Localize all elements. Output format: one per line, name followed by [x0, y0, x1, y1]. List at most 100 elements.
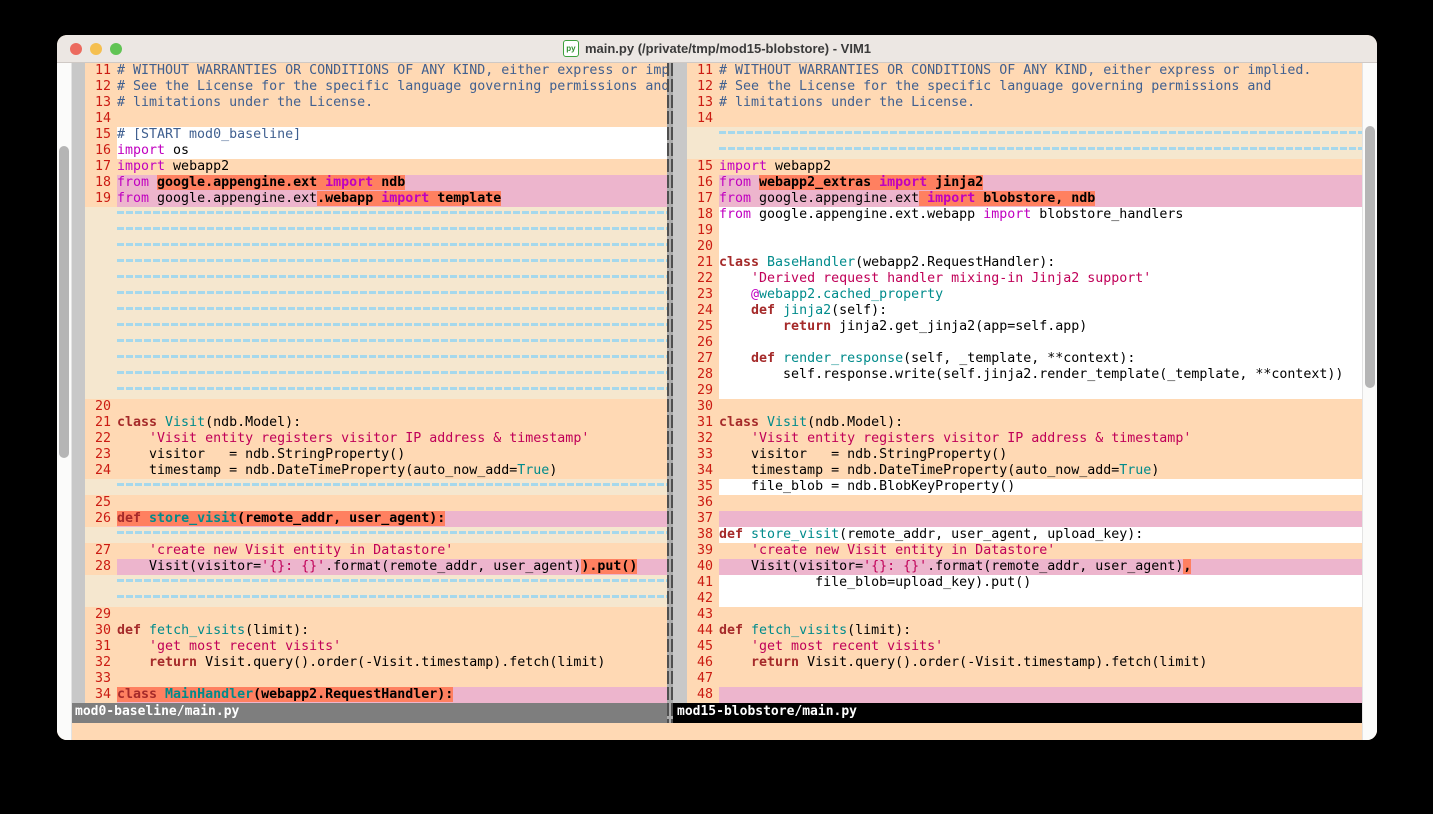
code-line[interactable]: 34class MainHandler(webapp2.RequestHandl…	[71, 687, 667, 703]
code-line[interactable]: 23 visitor = ndb.StringProperty()	[71, 447, 667, 463]
right-status-bar[interactable]: mod15-blobstore/main.py	[673, 703, 1363, 723]
code-line[interactable]: 37	[673, 511, 1363, 527]
line-text: def jinja2(self):	[719, 303, 1363, 319]
code-line[interactable]: 24 def jinja2(self):	[673, 303, 1363, 319]
line-text	[117, 607, 667, 623]
code-line[interactable]: 41 file_blob=upload_key).put()	[673, 575, 1363, 591]
line-number	[85, 287, 117, 303]
code-line[interactable]: 45 'get most recent visits'	[673, 639, 1363, 655]
line-number: 19	[85, 191, 117, 207]
code-line[interactable]: 36	[673, 495, 1363, 511]
line-text: @webapp2.cached_property	[719, 287, 1363, 303]
code-line[interactable]: 29	[673, 383, 1363, 399]
code-line[interactable]: 43	[673, 607, 1363, 623]
code-line[interactable]: 19	[673, 223, 1363, 239]
code-line[interactable]: 23 @webapp2.cached_property	[673, 287, 1363, 303]
code-line[interactable]: 12# See the License for the specific lan…	[71, 79, 667, 95]
code-line[interactable]: 18from google.appengine.ext import ndb	[71, 175, 667, 191]
code-line[interactable]: 28 self.response.write(self.jinja2.rende…	[673, 367, 1363, 383]
code-line[interactable]: 25	[71, 495, 667, 511]
code-line[interactable]: 27 'create new Visit entity in Datastore…	[71, 543, 667, 559]
code-line[interactable]: 26	[673, 335, 1363, 351]
code-line[interactable]: 12# See the License for the specific lan…	[673, 79, 1363, 95]
deleted-line-filler	[719, 127, 1363, 143]
code-line[interactable]: 27 def render_response(self, _template, …	[673, 351, 1363, 367]
command-line[interactable]	[57, 723, 1377, 740]
code-line[interactable]: 39 'create new Visit entity in Datastore…	[673, 543, 1363, 559]
code-line[interactable]: 16import os	[71, 143, 667, 159]
code-line[interactable]: 28 Visit(visitor='{}: {}'.format(remote_…	[71, 559, 667, 575]
line-number: 32	[85, 655, 117, 671]
deleted-line-filler	[117, 223, 667, 239]
code-line[interactable]: 44def fetch_visits(limit):	[673, 623, 1363, 639]
close-button[interactable]	[70, 43, 82, 55]
fold-column	[71, 351, 85, 367]
code-line[interactable]: 31class Visit(ndb.Model):	[673, 415, 1363, 431]
left-scrollbar[interactable]	[57, 63, 72, 740]
right-scrollbar-thumb[interactable]	[1365, 126, 1375, 388]
code-line[interactable]: 46 return Visit.query().order(-Visit.tim…	[673, 655, 1363, 671]
code-line[interactable]: 19from google.appengine.ext.webapp impor…	[71, 191, 667, 207]
code-line[interactable]: 42	[673, 591, 1363, 607]
deleted-line-filler	[117, 271, 667, 287]
code-line[interactable]: 26def store_visit(remote_addr, user_agen…	[71, 511, 667, 527]
code-line[interactable]: 16from webapp2_extras import jinja2	[673, 175, 1363, 191]
left-status-bar[interactable]: mod0-baseline/main.py	[71, 703, 667, 723]
fold-column	[71, 335, 85, 351]
code-line[interactable]: 18from google.appengine.ext.webapp impor…	[673, 207, 1363, 223]
line-text: def fetch_visits(limit):	[719, 623, 1363, 639]
code-line[interactable]: 17import webapp2	[71, 159, 667, 175]
line-number: 18	[687, 207, 719, 223]
code-line[interactable]: 13# limitations under the License.	[673, 95, 1363, 111]
code-line[interactable]: 33	[71, 671, 667, 687]
code-line[interactable]: 20	[71, 399, 667, 415]
code-line[interactable]: 33 visitor = ndb.StringProperty()	[673, 447, 1363, 463]
line-text	[117, 495, 667, 511]
code-line[interactable]: 11# WITHOUT WARRANTIES OR CONDITIONS OF …	[71, 63, 667, 79]
line-text: # limitations under the License.	[719, 95, 1363, 111]
line-text: class BaseHandler(webapp2.RequestHandler…	[719, 255, 1363, 271]
code-line[interactable]: 17from google.appengine.ext import blobs…	[673, 191, 1363, 207]
code-line[interactable]: 11# WITHOUT WARRANTIES OR CONDITIONS OF …	[673, 63, 1363, 79]
code-line[interactable]: 32 'Visit entity registers visitor IP ad…	[673, 431, 1363, 447]
right-scrollbar[interactable]	[1362, 63, 1377, 740]
code-line[interactable]: 47	[673, 671, 1363, 687]
code-line[interactable]: 24 timestamp = ndb.DateTimeProperty(auto…	[71, 463, 667, 479]
code-line[interactable]: 14	[673, 111, 1363, 127]
code-line[interactable]: 13# limitations under the License.	[71, 95, 667, 111]
fold-column	[71, 447, 85, 463]
fold-column	[71, 591, 85, 607]
line-text: from google.appengine.ext import blobsto…	[719, 191, 1363, 207]
code-line[interactable]: 22 'Derived request handler mixing-in Ji…	[673, 271, 1363, 287]
line-number: 30	[85, 623, 117, 639]
code-line[interactable]: 48	[673, 687, 1363, 703]
code-line[interactable]: 15import webapp2	[673, 159, 1363, 175]
code-line[interactable]: 21class BaseHandler(webapp2.RequestHandl…	[673, 255, 1363, 271]
fold-column	[673, 239, 687, 255]
code-line[interactable]: 29	[71, 607, 667, 623]
code-line[interactable]: 31 'get most recent visits'	[71, 639, 667, 655]
code-line[interactable]: 35 file_blob = ndb.BlobKeyProperty()	[673, 479, 1363, 495]
title-bar[interactable]: py main.py (/private/tmp/mod15-blobstore…	[57, 35, 1377, 63]
code-line[interactable]: 38def store_visit(remote_addr, user_agen…	[673, 527, 1363, 543]
code-line[interactable]: 20	[673, 239, 1363, 255]
code-line[interactable]: 15# [START mod0_baseline]	[71, 127, 667, 143]
code-line[interactable]: 32 return Visit.query().order(-Visit.tim…	[71, 655, 667, 671]
right-editor-pane[interactable]: 11# WITHOUT WARRANTIES OR CONDITIONS OF …	[673, 63, 1363, 723]
line-text	[719, 591, 1363, 607]
code-line[interactable]: 14	[71, 111, 667, 127]
left-scrollbar-thumb[interactable]	[59, 146, 69, 458]
left-editor-pane[interactable]: 11# WITHOUT WARRANTIES OR CONDITIONS OF …	[71, 63, 667, 723]
zoom-button[interactable]	[110, 43, 122, 55]
code-line[interactable]: 21class Visit(ndb.Model):	[71, 415, 667, 431]
code-line[interactable]: 40 Visit(visitor='{}: {}'.format(remote_…	[673, 559, 1363, 575]
code-line[interactable]: 30def fetch_visits(limit):	[71, 623, 667, 639]
code-line[interactable]: 30	[673, 399, 1363, 415]
fold-column	[673, 191, 687, 207]
line-text: import webapp2	[719, 159, 1363, 175]
minimize-button[interactable]	[90, 43, 102, 55]
code-line[interactable]: 25 return jinja2.get_jinja2(app=self.app…	[673, 319, 1363, 335]
line-number: 37	[687, 511, 719, 527]
code-line[interactable]: 34 timestamp = ndb.DateTimeProperty(auto…	[673, 463, 1363, 479]
code-line[interactable]: 22 'Visit entity registers visitor IP ad…	[71, 431, 667, 447]
